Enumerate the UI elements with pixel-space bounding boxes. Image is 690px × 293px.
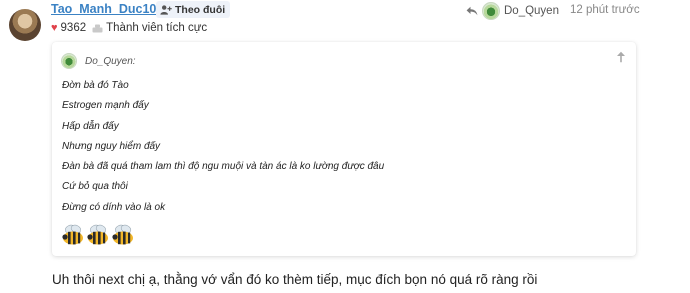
author-avatar[interactable] [9,9,41,41]
follow-button[interactable]: Theo đuôi [156,1,231,18]
rank-label: Thành viên tích cực [106,22,208,34]
post-timestamp[interactable]: 12 phút trước [570,4,640,16]
bee-icon [62,224,83,245]
quote-line: Cứ bỏ qua thôi [62,181,128,193]
reply-to-avatar [482,2,500,20]
quote-block: Do_Quyen: Đờn bà đó Tào Estrogen mạnh đấ… [52,42,636,256]
user-plus-icon [160,4,172,15]
quote-avatar [61,53,77,69]
quote-line: Đờn bà đó Tào [62,80,129,91]
bee-icon [112,224,133,245]
quote-line: Đàn bà đã quá tham lam thì độ ngu muội v… [62,161,385,173]
bee-icon [87,224,108,245]
expand-quote-icon[interactable] [616,51,626,63]
quote-lines: Đờn bà đó Tào Estrogen mạnh đấy Hấp dẫn … [62,79,384,221]
likes-count: 9362 [60,22,87,34]
author-username[interactable]: Tao_Manh_Duc102 [51,2,163,16]
quote-line: Hấp dẫn đấy [62,120,119,132]
quote-line: Đừng có dính vào là ok [62,201,166,213]
quote-header[interactable]: Do_Quyen: [61,53,136,69]
reply-to-username: Do_Quyen [504,5,559,17]
reply-arrow-icon [466,6,478,16]
bee-emoji-row [61,224,135,246]
post-body: Uh thôi next chị ạ, thằng vớ vẩn đó ko t… [52,272,538,287]
quote-line: Nhưng nguy hiểm đấy [62,140,161,152]
reply-to-link[interactable]: Do_Quyen [466,2,559,20]
follow-button-label: Theo đuôi [175,3,226,16]
heart-icon: ♥ [51,22,58,34]
quote-username: Do_Quyen: [85,55,136,67]
rank-badge-icon [92,24,103,33]
quote-line: Estrogen mạnh đấy [62,100,149,112]
author-stats: ♥ 9362 Thành viên tích cực [51,22,207,34]
